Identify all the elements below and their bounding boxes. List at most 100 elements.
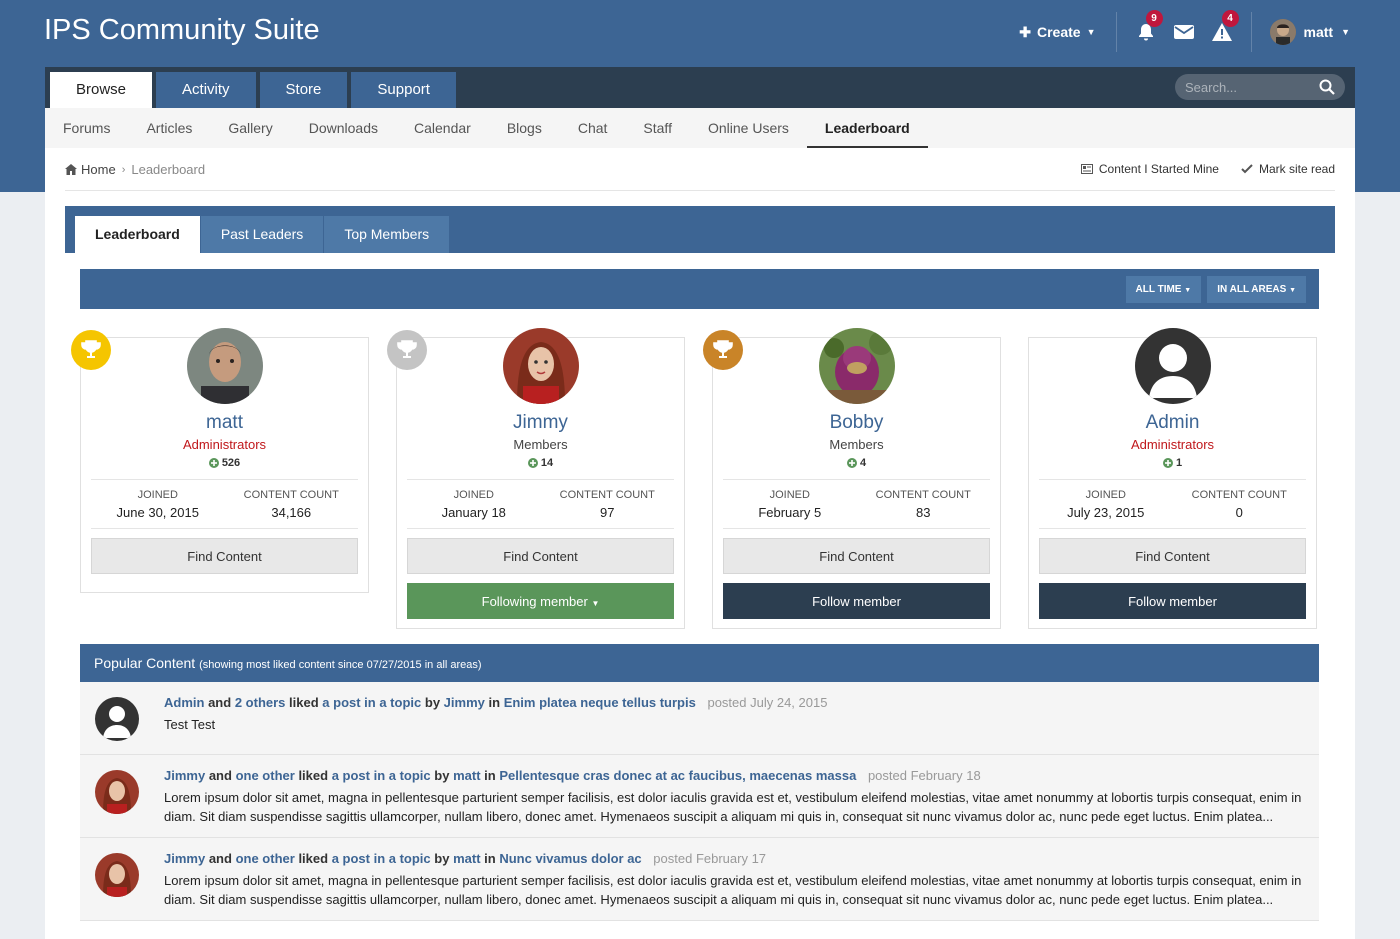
caret-down-icon: ▼ (1341, 27, 1350, 37)
find-content-button[interactable]: Find Content (723, 538, 990, 574)
find-content-button[interactable]: Find Content (407, 538, 674, 574)
leader-group: Members (513, 437, 568, 452)
search-icon[interactable] (1319, 79, 1335, 95)
post-link[interactable]: a post in a topic (332, 851, 431, 866)
leader-stats: JOINED July 23, 2015 CONTENT COUNT 0 (1039, 479, 1306, 529)
list-item: Admin and 2 others liked a post in a top… (80, 682, 1319, 755)
nav-tab-activity[interactable]: Activity (156, 72, 256, 108)
list-item: Jimmy and one other liked a post in a to… (80, 755, 1319, 838)
breadcrumb-home[interactable]: Home (65, 162, 116, 177)
user-avatar (1269, 19, 1296, 45)
subnav-blogs[interactable]: Blogs (489, 108, 560, 148)
user-menu[interactable]: matt ▼ (1252, 19, 1350, 45)
tab-top-members[interactable]: Top Members (324, 216, 450, 253)
topic-link[interactable]: Nunc vivamus dolor ac (499, 851, 641, 866)
follow-member-button[interactable]: Follow member (723, 583, 990, 619)
post-excerpt: Test Test (164, 717, 216, 732)
find-content-button[interactable]: Find Content (1039, 538, 1306, 574)
leader-avatar[interactable] (1134, 328, 1211, 404)
create-button[interactable]: ✚ Create ▼ (1019, 12, 1117, 52)
liked-text: liked (298, 768, 329, 783)
create-label: Create (1037, 24, 1081, 40)
popular-subtitle: (showing most liked content since 07/27/… (199, 659, 482, 671)
leader-avatar[interactable] (818, 328, 895, 404)
plus-icon: ✚ (1019, 23, 1031, 40)
notifications-button[interactable]: 9 (1127, 10, 1165, 52)
leader-stats: JOINED February 5 CONTENT COUNT 83 (723, 479, 990, 529)
user-link[interactable]: Admin (164, 695, 204, 710)
author-link[interactable]: matt (453, 768, 480, 783)
topic-link[interactable]: Enim platea neque tellus turpis (504, 695, 696, 710)
leaderboard-tab-bar: Leaderboard Past Leaders Top Members (65, 206, 1335, 253)
content-count-value: 0 (1235, 505, 1243, 520)
mark-read-label: Mark site read (1258, 162, 1335, 176)
nav-tab-browse[interactable]: Browse (50, 72, 153, 108)
subnav-gallery[interactable]: Gallery (210, 108, 290, 148)
tab-leaderboard[interactable]: Leaderboard (75, 216, 200, 253)
leader-name[interactable]: Admin (1029, 412, 1316, 434)
find-content-button[interactable]: Find Content (91, 538, 358, 574)
messages-button[interactable] (1165, 12, 1203, 52)
leader-group: Administrators (1130, 437, 1215, 452)
tab-past-leaders[interactable]: Past Leaders (200, 216, 324, 253)
leader-name[interactable]: matt (81, 412, 368, 434)
content-count-value: 83 (916, 505, 931, 520)
others-link[interactable]: 2 others (235, 695, 286, 710)
by-text: by (424, 695, 441, 710)
reports-button[interactable]: 4 (1203, 10, 1241, 52)
leader-name[interactable]: Bobby (713, 412, 1000, 434)
area-filter-label: IN ALL AREAS (1217, 284, 1287, 295)
area-filter-button[interactable]: IN ALL AREAS ▼ (1207, 276, 1306, 303)
activity-meta: Jimmy and one other liked a post in a to… (164, 768, 1304, 783)
time-filter-button[interactable]: ALL TIME ▼ (1125, 276, 1202, 303)
subnav-staff[interactable]: Staff (625, 108, 690, 148)
newspaper-icon (1080, 164, 1093, 174)
subnav-articles[interactable]: Articles (128, 108, 210, 148)
follow-member-button[interactable]: Follow member (1039, 583, 1306, 619)
joined-label: JOINED (769, 489, 810, 501)
topic-link[interactable]: Pellentesque cras donec at ac faucibus, … (499, 768, 856, 783)
joined-value: July 23, 2015 (1067, 505, 1145, 520)
avatar[interactable] (95, 853, 139, 897)
post-link[interactable]: a post in a topic (322, 695, 421, 710)
and-text: and (208, 695, 232, 710)
user-link[interactable]: Jimmy (164, 851, 205, 866)
nav-tab-support[interactable]: Support (351, 72, 456, 108)
subnav-online-users[interactable]: Online Users (690, 108, 807, 148)
subnav-calendar[interactable]: Calendar (396, 108, 489, 148)
avatar[interactable] (95, 770, 139, 814)
caret-down-icon: ▼ (1086, 27, 1096, 37)
activity-meta: Jimmy and one other liked a post in a to… (164, 851, 1304, 866)
others-link[interactable]: one other (236, 768, 295, 783)
popular-content-list: Admin and 2 others liked a post in a top… (80, 682, 1319, 921)
plus-circle-icon (1162, 458, 1173, 468)
leader-avatar[interactable] (502, 328, 579, 404)
leader-name[interactable]: Jimmy (397, 412, 684, 434)
default-user-icon (1134, 328, 1211, 404)
avatar[interactable] (95, 697, 139, 741)
others-link[interactable]: one other (236, 851, 295, 866)
in-text: in (484, 768, 496, 783)
mark-read-link[interactable]: Mark site read (1241, 162, 1335, 176)
nav-tab-store[interactable]: Store (259, 72, 348, 108)
content-started-link[interactable]: Content I Started Mine (1080, 162, 1219, 176)
leader-rep-value: 1 (1175, 457, 1183, 469)
following-member-button[interactable]: Following member ▼ (407, 583, 674, 619)
author-link[interactable]: matt (453, 851, 480, 866)
subnav-downloads[interactable]: Downloads (291, 108, 396, 148)
joined-value: February 5 (758, 505, 822, 520)
subnav-leaderboard[interactable]: Leaderboard (806, 108, 928, 148)
primary-nav: Browse Activity Store Support (45, 67, 1355, 108)
author-link[interactable]: Jimmy (444, 695, 485, 710)
leader-avatar[interactable] (186, 328, 263, 404)
post-link[interactable]: a post in a topic (332, 768, 431, 783)
user-link[interactable]: Jimmy (164, 768, 205, 783)
search-input[interactable] (1185, 79, 1305, 95)
username: matt (1303, 24, 1334, 40)
site-title[interactable]: IPS Community Suite (44, 14, 320, 47)
subnav-forums[interactable]: Forums (45, 108, 128, 148)
liked-text: liked (289, 695, 319, 710)
posted-date: posted February 18 (867, 768, 981, 783)
plus-circle-icon (846, 458, 857, 468)
subnav-chat[interactable]: Chat (560, 108, 626, 148)
